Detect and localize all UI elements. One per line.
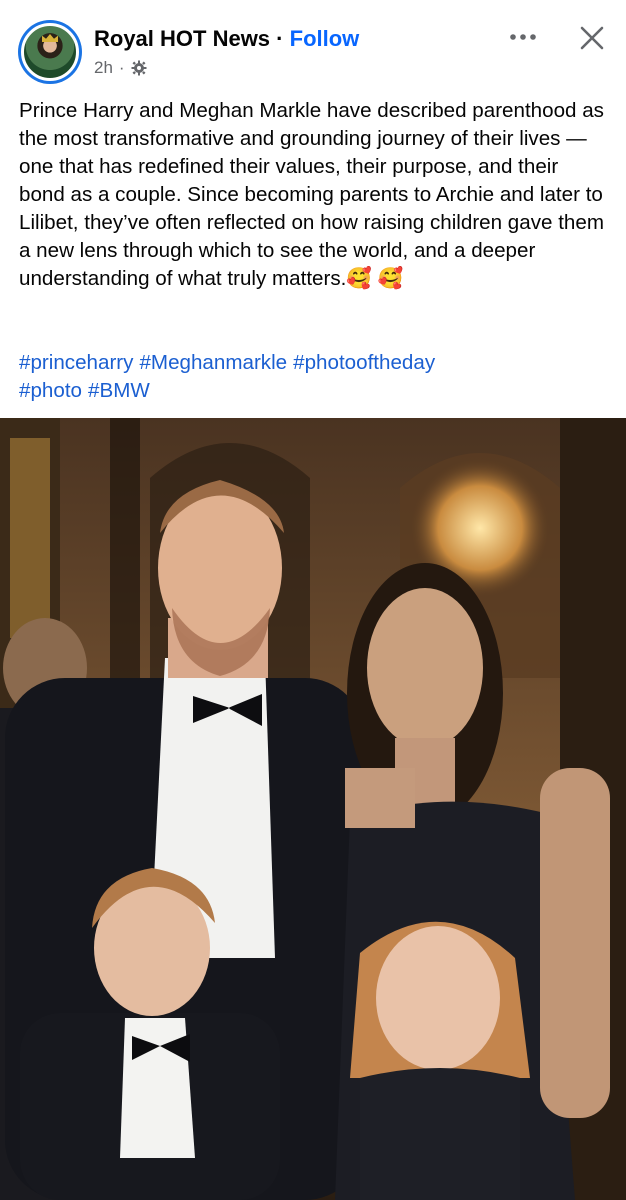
caption-text: Prince Harry and Meghan Markle have desc… (19, 99, 604, 290)
post-timestamp[interactable]: 2h (94, 58, 113, 78)
page-name[interactable]: Royal HOT News (94, 26, 270, 51)
meta-separator: · (118, 58, 125, 77)
hashtag-link[interactable]: #photooftheday (293, 351, 435, 374)
post-photo[interactable] (0, 418, 626, 1200)
page-avatar[interactable] (21, 23, 79, 81)
gear-icon (131, 60, 147, 76)
post-header: Royal HOT News · Follow 2h · (0, 0, 626, 90)
hashtag-link[interactable]: #photo (19, 379, 82, 402)
post-meta: 2h · (94, 58, 147, 78)
post-caption: Prince Harry and Meghan Markle have desc… (19, 97, 609, 293)
hashtag-link[interactable]: #princeharry (19, 351, 133, 374)
page-avatar-ring[interactable] (18, 20, 82, 84)
hashtag-link[interactable]: #BMW (88, 379, 150, 402)
family-photo-illustration (0, 418, 626, 1200)
crown-icon (42, 34, 58, 42)
hashtag-link[interactable]: #Meghanmarkle (139, 351, 287, 374)
feed-post: Royal HOT News · Follow 2h · Prince Harr… (0, 0, 626, 1200)
follow-button[interactable]: Follow (290, 26, 360, 51)
more-options-icon[interactable] (508, 28, 538, 46)
hashtag-list: #princeharry #Meghanmarkle #photooftheday #… (19, 349, 609, 405)
page-name-row: Royal HOT News · Follow (94, 26, 359, 52)
close-icon[interactable] (578, 24, 606, 52)
name-separator: · (276, 26, 284, 51)
